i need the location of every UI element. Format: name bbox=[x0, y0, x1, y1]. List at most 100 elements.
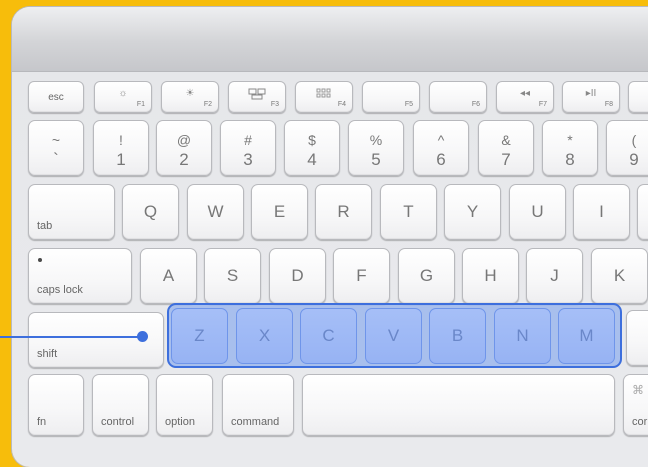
key-backtick-bottom: ` bbox=[53, 150, 59, 169]
key-esc-label: esc bbox=[48, 91, 64, 103]
pointer-line bbox=[0, 336, 142, 338]
key-backtick-top: ~ bbox=[51, 132, 61, 148]
key-esc[interactable]: esc bbox=[28, 81, 84, 113]
key-2-top: @ bbox=[176, 132, 192, 148]
key-control[interactable]: control bbox=[92, 374, 149, 436]
key-c[interactable]: C bbox=[300, 308, 357, 364]
key-9[interactable]: (9 bbox=[606, 120, 648, 176]
key-x[interactable]: X bbox=[236, 308, 293, 364]
key-5[interactable]: % 5 bbox=[348, 120, 404, 176]
key-q-label: Q bbox=[143, 202, 158, 221]
key-7[interactable]: & 7 bbox=[478, 120, 534, 176]
key-2[interactable]: @2 bbox=[156, 120, 212, 176]
key-z-label: Z bbox=[194, 326, 205, 345]
key-1-bottom: 1 bbox=[116, 150, 126, 169]
brightness-up-icon: ☀ bbox=[185, 88, 195, 99]
key-k[interactable]: K bbox=[591, 248, 648, 304]
key-f3[interactable]: F3 bbox=[228, 81, 286, 113]
key-a-label: A bbox=[162, 266, 175, 285]
key-4-bottom: 4 bbox=[307, 150, 317, 169]
key-option[interactable]: option bbox=[156, 374, 213, 436]
key-comma[interactable] bbox=[626, 310, 648, 366]
key-d-label: D bbox=[291, 266, 304, 285]
key-tab-label: tab bbox=[37, 220, 53, 232]
key-f5[interactable]: F5 bbox=[362, 81, 420, 113]
key-r[interactable]: R bbox=[315, 184, 372, 240]
key-fn[interactable]: fn bbox=[28, 374, 84, 436]
key-v[interactable]: V bbox=[365, 308, 422, 364]
key-t[interactable]: T bbox=[380, 184, 437, 240]
key-e-label: E bbox=[273, 202, 286, 221]
key-f8[interactable]: ▸II F8 bbox=[562, 81, 620, 113]
key-f1[interactable]: ☼ F1 bbox=[94, 81, 152, 113]
key-h-label: H bbox=[484, 266, 497, 285]
key-4[interactable]: $4 bbox=[284, 120, 340, 176]
key-f-label: F bbox=[356, 266, 367, 285]
key-g-label: G bbox=[419, 266, 434, 285]
key-f7[interactable]: ◂◂ F7 bbox=[496, 81, 554, 113]
key-k-label: K bbox=[613, 266, 626, 285]
key-f6[interactable]: F6 bbox=[429, 81, 487, 113]
key-z[interactable]: Z bbox=[171, 308, 228, 364]
key-b[interactable]: B bbox=[429, 308, 486, 364]
key-s[interactable]: S bbox=[204, 248, 261, 304]
key-backtick[interactable]: ~ ` bbox=[28, 120, 84, 176]
key-f4-label: F4 bbox=[337, 101, 346, 108]
key-f9[interactable] bbox=[628, 81, 648, 113]
key-a[interactable]: A bbox=[140, 248, 197, 304]
key-u[interactable]: U bbox=[509, 184, 566, 240]
key-n[interactable]: N bbox=[494, 308, 551, 364]
key-m[interactable]: M bbox=[558, 308, 615, 364]
key-y-label: Y bbox=[466, 202, 479, 221]
command-symbol-icon: ⌘ bbox=[632, 383, 644, 397]
key-8[interactable]: * 8 bbox=[542, 120, 598, 176]
key-u-label: U bbox=[531, 202, 544, 221]
key-g[interactable]: G bbox=[398, 248, 455, 304]
key-6-bottom: 6 bbox=[436, 150, 446, 169]
keyboard-top-bezel bbox=[12, 7, 648, 72]
key-x-label: X bbox=[258, 326, 271, 345]
key-7-bottom: 7 bbox=[501, 150, 511, 169]
dashboard-icon bbox=[296, 88, 352, 101]
key-1-top: ! bbox=[119, 132, 123, 148]
key-f2[interactable]: ☀ F2 bbox=[161, 81, 219, 113]
key-w[interactable]: W bbox=[187, 184, 244, 240]
key-fn-label: fn bbox=[37, 416, 47, 428]
key-8-top: * bbox=[567, 132, 573, 148]
key-q[interactable]: Q bbox=[122, 184, 179, 240]
key-3[interactable]: #3 bbox=[220, 120, 276, 176]
key-r-label: R bbox=[337, 202, 350, 221]
key-2-bottom: 2 bbox=[179, 150, 189, 169]
brightness-down-icon: ☼ bbox=[118, 88, 128, 99]
key-space[interactable] bbox=[302, 374, 615, 436]
key-9-top: ( bbox=[631, 132, 637, 148]
key-1[interactable]: ! 1 bbox=[93, 120, 149, 176]
key-n-label: N bbox=[516, 326, 529, 345]
key-s-label: S bbox=[226, 266, 239, 285]
key-d[interactable]: D bbox=[269, 248, 326, 304]
key-f4[interactable]: F4 bbox=[295, 81, 353, 113]
play-pause-icon: ▸II bbox=[585, 88, 597, 99]
key-8-bottom: 8 bbox=[565, 150, 575, 169]
key-caps-lock-label: caps lock bbox=[37, 284, 83, 296]
key-e[interactable]: E bbox=[251, 184, 308, 240]
key-f3-label: F3 bbox=[270, 101, 279, 108]
key-5-top: % bbox=[369, 132, 383, 148]
key-tab[interactable]: tab bbox=[28, 184, 115, 240]
key-b-label: B bbox=[451, 326, 464, 345]
key-caps-lock[interactable]: caps lock bbox=[28, 248, 132, 304]
key-h[interactable]: H bbox=[462, 248, 519, 304]
key-y[interactable]: Y bbox=[444, 184, 501, 240]
key-j[interactable]: J bbox=[526, 248, 583, 304]
key-command-left[interactable]: command bbox=[222, 374, 294, 436]
key-command-right[interactable]: ⌘ cor bbox=[623, 374, 648, 436]
key-6[interactable]: ^ 6 bbox=[413, 120, 469, 176]
caps-lock-indicator-icon bbox=[38, 258, 42, 262]
key-command-label: command bbox=[231, 416, 280, 428]
key-o[interactable] bbox=[637, 184, 648, 240]
key-f1-label: F1 bbox=[136, 101, 145, 108]
key-f[interactable]: F bbox=[333, 248, 390, 304]
key-9-bottom: 9 bbox=[629, 150, 639, 169]
key-i[interactable]: I bbox=[573, 184, 630, 240]
key-m-label: M bbox=[579, 326, 594, 345]
